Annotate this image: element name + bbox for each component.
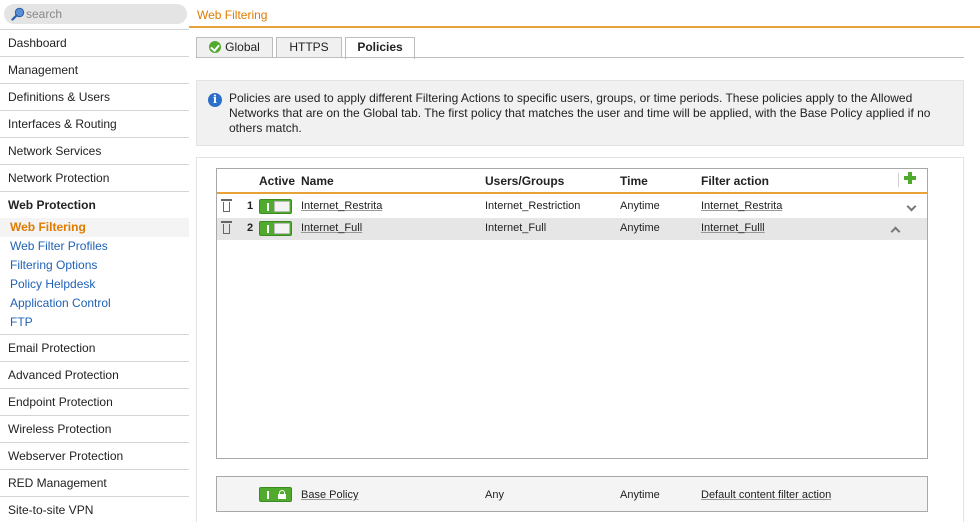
search-box[interactable] [4, 4, 187, 24]
info-box: i Policies are used to apply different F… [196, 80, 964, 146]
tab-global-label: Global [225, 40, 260, 54]
sidebar-item-site-to-site-vpn[interactable]: Site-to-site VPN [0, 497, 189, 522]
tab-global[interactable]: Global [196, 37, 273, 58]
sidebar-item-webserver-protection[interactable]: Webserver Protection [0, 443, 189, 470]
sidebar-item-network-protection[interactable]: Network Protection [0, 165, 189, 192]
sidebar-item-management[interactable]: Management [0, 57, 189, 84]
policy-time: Anytime [620, 222, 660, 234]
header-divider [189, 26, 980, 28]
active-toggle[interactable] [259, 199, 292, 214]
base-policy-users: Any [485, 489, 504, 501]
sidebar-subitem-policy-helpdesk[interactable]: Policy Helpdesk [0, 275, 189, 294]
sidebar-item-network-services[interactable]: Network Services [0, 138, 189, 165]
info-text: Policies are used to apply different Fil… [229, 91, 931, 135]
sidebar-subitem-web-filter-profiles[interactable]: Web Filter Profiles [0, 237, 189, 256]
sidebar-group-web-protection: Web Protection Web Filtering Web Filter … [0, 192, 189, 335]
base-policy-filter-action[interactable]: Default content filter action [701, 489, 831, 501]
sidebar-nav: Dashboard Management Definitions & Users… [0, 29, 189, 522]
sidebar-subitem-ftp[interactable]: FTP [0, 313, 189, 332]
column-header-active: Active [259, 174, 296, 188]
base-policy-toggle [259, 487, 292, 502]
active-toggle[interactable] [259, 221, 292, 236]
policy-filter-action[interactable]: Internet_Restrita [701, 200, 782, 212]
sidebar-item-web-protection[interactable]: Web Protection [0, 192, 189, 218]
info-icon: i [208, 93, 222, 107]
sidebar-item-red-management[interactable]: RED Management [0, 470, 189, 497]
search-input[interactable] [26, 6, 176, 22]
add-policy-icon[interactable] [903, 171, 917, 185]
base-policy-time: Anytime [620, 489, 660, 501]
row-number: 2 [247, 222, 254, 234]
table-row[interactable]: 2 Internet_Full Internet_Full Anytime In… [217, 218, 927, 240]
sidebar-item-dashboard[interactable]: Dashboard [0, 30, 189, 57]
lock-icon [278, 490, 286, 499]
tab-https-label: HTTPS [289, 40, 329, 54]
sidebar: Dashboard Management Definitions & Users… [0, 0, 189, 522]
sidebar-item-wireless-protection[interactable]: Wireless Protection [0, 416, 189, 443]
sidebar-item-advanced-protection[interactable]: Advanced Protection [0, 362, 189, 389]
trash-icon[interactable] [221, 199, 232, 213]
table-header: Active Name Users/Groups Time Filter act… [217, 169, 927, 194]
policy-time: Anytime [620, 200, 660, 212]
tab-divider [196, 57, 964, 58]
tab-policies-label: Policies [357, 40, 403, 54]
base-policy-name[interactable]: Base Policy [301, 489, 358, 501]
policy-users: Internet_Restriction [485, 200, 581, 212]
policy-name[interactable]: Internet_Full [301, 222, 362, 234]
trash-icon[interactable] [221, 221, 232, 235]
sidebar-item-email-protection[interactable]: Email Protection [0, 335, 189, 362]
row-number: 1 [247, 200, 254, 212]
policy-users: Internet_Full [485, 222, 547, 234]
sidebar-subitem-application-control[interactable]: Application Control [0, 294, 189, 313]
move-down-icon[interactable] [906, 203, 917, 211]
policy-filter-action[interactable]: Internet_Fulll [701, 222, 765, 234]
header-separator [898, 173, 899, 187]
policy-table: Active Name Users/Groups Time Filter act… [216, 168, 928, 459]
sidebar-subitem-web-filtering[interactable]: Web Filtering [0, 218, 189, 237]
tab-policies[interactable]: Policies [345, 37, 415, 59]
tab-https[interactable]: HTTPS [276, 37, 342, 58]
table-row[interactable]: 1 Internet_Restrita Internet_Restriction… [217, 196, 927, 218]
move-up-icon[interactable] [890, 225, 901, 233]
search-icon [11, 7, 25, 21]
check-circle-icon [209, 41, 222, 53]
base-policy-row[interactable]: Base Policy Any Anytime Default content … [216, 476, 928, 512]
page-title: Web Filtering [197, 8, 268, 22]
sidebar-item-interfaces-routing[interactable]: Interfaces & Routing [0, 111, 189, 138]
column-header-users: Users/Groups [485, 174, 565, 188]
policy-name[interactable]: Internet_Restrita [301, 200, 382, 212]
column-header-time: Time [620, 174, 648, 188]
sidebar-item-endpoint-protection[interactable]: Endpoint Protection [0, 389, 189, 416]
column-header-name: Name [301, 174, 334, 188]
column-header-filter-action: Filter action [701, 174, 770, 188]
sidebar-subitem-filtering-options[interactable]: Filtering Options [0, 256, 189, 275]
sidebar-item-definitions-users[interactable]: Definitions & Users [0, 84, 189, 111]
